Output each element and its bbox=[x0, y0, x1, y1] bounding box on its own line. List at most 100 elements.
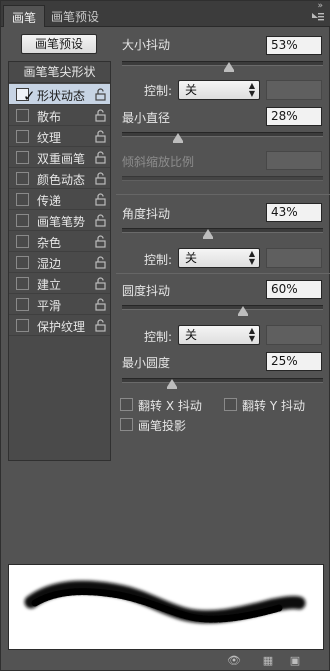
min-diameter-slider[interactable] bbox=[122, 132, 323, 137]
roundness-control-label: 控制: bbox=[144, 330, 173, 344]
unlock-icon[interactable] bbox=[95, 214, 106, 227]
tilt-scale-input bbox=[266, 151, 322, 170]
noise-checkbox[interactable] bbox=[16, 235, 29, 248]
section-divider bbox=[116, 194, 330, 195]
texture-checkbox[interactable] bbox=[16, 130, 29, 143]
roundness-jitter-input[interactable]: 60% bbox=[266, 280, 322, 299]
list-item-label: 保护纹理 bbox=[37, 320, 86, 334]
angle-jitter-thumb[interactable] bbox=[203, 229, 214, 239]
unlock-icon[interactable] bbox=[95, 235, 106, 248]
flip-x-label: 翻转 X 抖动 bbox=[138, 399, 202, 413]
roundness-control-extra-input bbox=[266, 325, 322, 345]
list-item-scattering[interactable]: 散布 bbox=[9, 105, 110, 126]
brush-stroke-image bbox=[24, 580, 306, 624]
panel-menu-icon[interactable] bbox=[311, 11, 325, 23]
scattering-checkbox[interactable] bbox=[16, 109, 29, 122]
dual-brush-checkbox[interactable] bbox=[16, 151, 29, 164]
roundness-jitter-thumb[interactable] bbox=[237, 306, 248, 316]
list-item-label: 纹理 bbox=[37, 131, 62, 145]
brush-projection-label: 画笔投影 bbox=[138, 419, 187, 433]
list-item-noise[interactable]: 杂色 bbox=[9, 231, 110, 252]
roundness-control-select[interactable]: 关 ▲ ▼ bbox=[178, 325, 260, 345]
angle-jitter-input[interactable]: 43% bbox=[266, 203, 322, 222]
list-item-smoothing[interactable]: 平滑 bbox=[9, 294, 110, 315]
angle-jitter-label: 角度抖动 bbox=[122, 207, 171, 221]
size-jitter-thumb[interactable] bbox=[223, 62, 234, 72]
list-item-color-dynamics[interactable]: 颜色动态 bbox=[9, 168, 110, 189]
min-diameter-thumb[interactable] bbox=[173, 133, 184, 143]
unlock-icon[interactable] bbox=[95, 193, 106, 206]
shape-dynamics-settings: 大小抖动 53% 控制: 关 ▲ ▼ 最小直径 28% 倾斜缩放比例 角度抖动 4… bbox=[116, 27, 330, 547]
protect-texture-checkbox[interactable] bbox=[16, 319, 29, 332]
size-jitter-slider[interactable] bbox=[122, 61, 323, 66]
color-dynamics-checkbox[interactable] bbox=[16, 172, 29, 185]
list-item-wet-edges[interactable]: 湿边 bbox=[9, 252, 110, 273]
angle-control-value: 关 bbox=[185, 251, 198, 265]
flip-y-label: 翻转 Y 抖动 bbox=[242, 399, 305, 413]
brush-presets-button[interactable]: 画笔预设 bbox=[21, 34, 97, 54]
brush-panel: 画笔 画笔预设 » 画笔预设 画笔笔尖形状 ✓ 形状动态 散布 纹理 双重画笔 bbox=[0, 0, 330, 671]
list-item-protect-texture[interactable]: 保护纹理 bbox=[9, 315, 110, 336]
unlock-icon[interactable] bbox=[95, 109, 106, 122]
min-roundness-slider[interactable] bbox=[122, 378, 323, 383]
unlock-icon[interactable] bbox=[95, 319, 106, 332]
collapse-icon[interactable]: » bbox=[317, 1, 323, 11]
transfer-checkbox[interactable] bbox=[16, 193, 29, 206]
list-item-texture[interactable]: 纹理 bbox=[9, 126, 110, 147]
select-arrows-icon: ▲ ▼ bbox=[248, 326, 255, 343]
list-item-shape-dynamics[interactable]: ✓ 形状动态 bbox=[9, 84, 110, 105]
brush-stroke-preview bbox=[8, 564, 324, 650]
tab-brush-presets[interactable]: 画笔预设 bbox=[43, 5, 107, 27]
min-diameter-label: 最小直径 bbox=[122, 111, 171, 125]
list-item-build-up[interactable]: 建立 bbox=[9, 273, 110, 294]
list-item-dual-brush[interactable]: 双重画笔 bbox=[9, 147, 110, 168]
angle-control-extra-input bbox=[266, 248, 322, 268]
list-item-label: 传递 bbox=[37, 194, 62, 208]
list-item-label: 湿边 bbox=[37, 257, 62, 271]
flip-y-checkbox[interactable] bbox=[224, 398, 237, 411]
size-jitter-input[interactable]: 53% bbox=[266, 36, 322, 55]
flip-x-checkbox[interactable] bbox=[120, 398, 133, 411]
brush-projection-checkbox[interactable] bbox=[120, 418, 133, 431]
tab-bar: 画笔 画笔预设 » bbox=[1, 1, 330, 27]
tab-brush[interactable]: 画笔 bbox=[3, 5, 46, 27]
size-control-value: 关 bbox=[185, 83, 198, 97]
size-control-select[interactable]: 关 ▲ ▼ bbox=[178, 80, 260, 100]
select-arrows-icon: ▲ ▼ bbox=[248, 81, 255, 98]
visibility-toggle-icon[interactable]: 👁 bbox=[227, 655, 241, 667]
smoothing-checkbox[interactable] bbox=[16, 298, 29, 311]
brush-pose-checkbox[interactable] bbox=[16, 214, 29, 227]
list-item-label: 双重画笔 bbox=[37, 152, 86, 166]
build-up-checkbox[interactable] bbox=[16, 277, 29, 290]
list-item-label: 散布 bbox=[37, 110, 62, 124]
angle-control-select[interactable]: 关 ▲ ▼ bbox=[178, 248, 260, 268]
grid-icon[interactable]: ▦ bbox=[261, 655, 275, 667]
brush-tip-shape-item[interactable]: 画笔笔尖形状 bbox=[9, 62, 110, 83]
list-item-label: 颜色动态 bbox=[37, 173, 86, 187]
angle-jitter-slider[interactable] bbox=[122, 228, 323, 233]
new-preset-icon[interactable]: ▣ bbox=[288, 655, 302, 667]
list-item-label: 画笔笔势 bbox=[37, 215, 86, 229]
unlock-icon[interactable] bbox=[95, 130, 106, 143]
unlock-icon[interactable] bbox=[95, 151, 106, 164]
unlock-icon[interactable] bbox=[95, 88, 106, 101]
min-roundness-input[interactable]: 25% bbox=[266, 352, 322, 371]
unlock-icon[interactable] bbox=[95, 256, 106, 269]
unlock-icon[interactable] bbox=[95, 277, 106, 290]
unlock-icon[interactable] bbox=[95, 172, 106, 185]
list-item-label: 杂色 bbox=[37, 236, 62, 250]
tilt-scale-slider bbox=[122, 176, 323, 181]
list-item-brush-pose[interactable]: 画笔笔势 bbox=[9, 210, 110, 231]
min-diameter-input[interactable]: 28% bbox=[266, 107, 322, 126]
shape-dynamics-checkbox[interactable]: ✓ bbox=[16, 88, 36, 104]
list-item-transfer[interactable]: 传递 bbox=[9, 189, 110, 210]
tilt-scale-label: 倾斜缩放比例 bbox=[122, 155, 195, 169]
size-jitter-label: 大小抖动 bbox=[122, 38, 171, 52]
unlock-icon[interactable] bbox=[95, 298, 106, 311]
wet-edges-checkbox[interactable] bbox=[16, 256, 29, 269]
list-item-label: 平滑 bbox=[37, 299, 62, 313]
min-roundness-thumb[interactable] bbox=[167, 379, 178, 389]
size-control-extra-input bbox=[266, 80, 322, 100]
roundness-jitter-slider[interactable] bbox=[122, 305, 323, 310]
roundness-jitter-label: 圆度抖动 bbox=[122, 284, 171, 298]
